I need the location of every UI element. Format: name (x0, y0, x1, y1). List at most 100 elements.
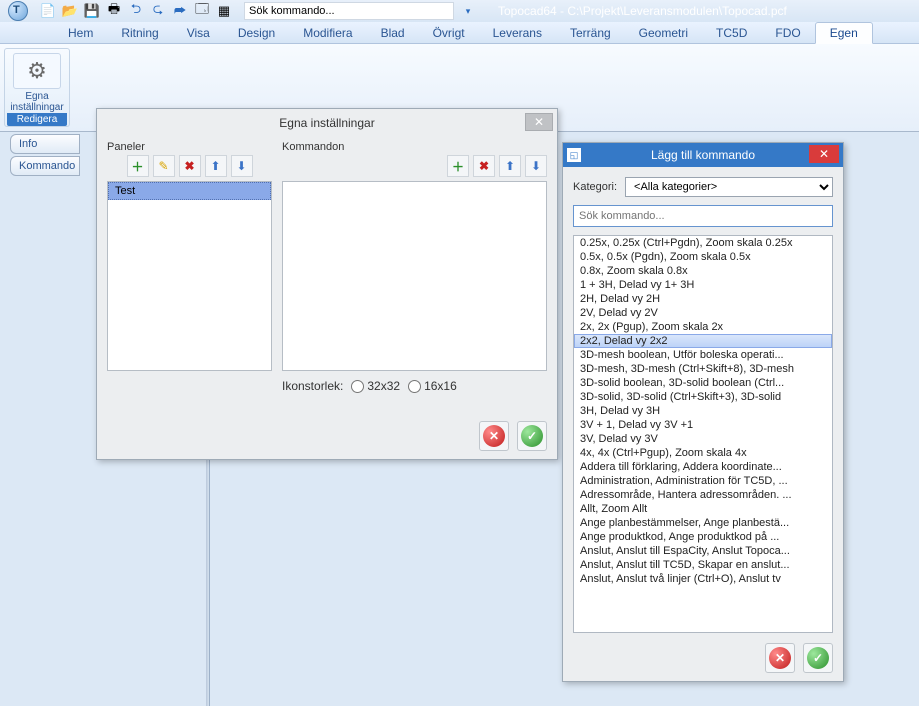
command-item[interactable]: 3D-mesh boolean, Utför boleska operati..… (574, 348, 832, 362)
close-button[interactable]: ✕ (809, 145, 839, 163)
ok-button[interactable]: ✓ (803, 643, 833, 673)
panels-listbox[interactable]: Test (107, 181, 272, 371)
sidetab-kommando[interactable]: Kommando (10, 156, 80, 176)
undo-icon[interactable]: ⮌ (128, 3, 144, 19)
group-band: Redigera (7, 113, 67, 126)
open-icon[interactable]: 📂 (62, 3, 78, 19)
tab-egen[interactable]: Egen (815, 22, 873, 44)
titlebar: 📄 📂 💾 🖶 ⮌ ⮎ ⮫ 🗔 ▦ ▾ Topocad64 - C:\Proje… (0, 0, 919, 22)
tab-fdo[interactable]: FDO (761, 23, 814, 43)
tab-tc5d[interactable]: TC5D (702, 23, 761, 43)
panel-edit-button[interactable]: ✎ (153, 155, 175, 177)
iconsize-16-radio[interactable]: 16x16 (408, 379, 457, 393)
own-settings-button[interactable]: ⚙ (13, 53, 61, 89)
grid-icon[interactable]: ▦ (216, 3, 232, 19)
command-item[interactable]: 1 + 3H, Delad vy 1+ 3H (574, 278, 832, 292)
iconsize-label: Ikonstorlek: (282, 379, 343, 393)
cmd-move-up-button[interactable]: ⬆ (499, 155, 521, 177)
command-search-field[interactable] (573, 205, 833, 227)
command-item[interactable]: Administration, Administration för TC5D,… (574, 474, 832, 488)
group-label: Egna inställningar (10, 91, 63, 113)
iconsize-32-radio[interactable]: 32x32 (351, 379, 400, 393)
command-item[interactable]: 2x, 2x (Pgup), Zoom skala 2x (574, 320, 832, 334)
panel-move-up-button[interactable]: ⬆ (205, 155, 227, 177)
pencil-icon: ✎ (158, 159, 168, 173)
panel-item[interactable]: Test (108, 182, 271, 200)
window-icon: ◱ (567, 148, 581, 162)
command-item[interactable]: 2H, Delad vy 2H (574, 292, 832, 306)
tab-övrigt[interactable]: Övrigt (419, 23, 479, 43)
cmd-move-down-button[interactable]: ⬇ (525, 155, 547, 177)
command-item[interactable]: Ange produktkod, Ange produktkod på ... (574, 530, 832, 544)
command-item[interactable]: 0.8x, Zoom skala 0.8x (574, 264, 832, 278)
command-item[interactable]: Addera till förklaring, Addera koordinat… (574, 460, 832, 474)
own-settings-dialog: Egna inställningar ✕ Paneler ＋ ✎ ✖ ⬆ ⬇ T… (96, 108, 558, 460)
qat-dropdown-icon[interactable]: ▾ (460, 3, 476, 19)
command-item[interactable]: 3H, Delad vy 3H (574, 404, 832, 418)
app-icon (8, 1, 28, 21)
close-button[interactable]: ✕ (525, 113, 553, 131)
command-item[interactable]: 0.5x, 0.5x (Pgdn), Zoom skala 0.5x (574, 250, 832, 264)
command-item[interactable]: 3D-solid, 3D-solid (Ctrl+Skift+3), 3D-so… (574, 390, 832, 404)
app-menu-button[interactable] (4, 0, 32, 22)
available-commands-list[interactable]: 0.25x, 0.25x (Ctrl+Pgdn), Zoom skala 0.2… (573, 235, 833, 633)
commands-listbox[interactable] (282, 181, 547, 371)
ok-icon: ✓ (521, 425, 543, 447)
cmd-delete-button[interactable]: ✖ (473, 155, 495, 177)
print-icon[interactable]: 🖶 (106, 3, 122, 19)
add-icon: ＋ (452, 158, 464, 175)
dialog-title: Egna inställningar (279, 116, 374, 130)
tab-blad[interactable]: Blad (367, 23, 419, 43)
command-item[interactable]: 3D-solid boolean, 3D-solid boolean (Ctrl… (574, 376, 832, 390)
command-search-input[interactable] (244, 2, 454, 20)
command-item[interactable]: Ange planbestämmelser, Ange planbestä... (574, 516, 832, 530)
tab-geometri[interactable]: Geometri (625, 23, 702, 43)
command-item[interactable]: Adressområde, Hantera adressområden. ... (574, 488, 832, 502)
cancel-button[interactable]: ✕ (479, 421, 509, 451)
command-item[interactable]: Anslut, Anslut till EspaCity, Anslut Top… (574, 544, 832, 558)
tab-hem[interactable]: Hem (54, 23, 107, 43)
command-item[interactable]: 2x2, Delad vy 2x2 (574, 334, 832, 348)
command-item[interactable]: 3V + 1, Delad vy 3V +1 (574, 418, 832, 432)
ribbon-tabs: HemRitningVisaDesignModifieraBladÖvrigtL… (0, 22, 919, 44)
tab-design[interactable]: Design (224, 23, 289, 43)
sidetab-info[interactable]: Info (10, 134, 80, 154)
panel-add-button[interactable]: ＋ (127, 155, 149, 177)
tab-ritning[interactable]: Ritning (107, 23, 172, 43)
command-item[interactable]: Anslut, Anslut till TC5D, Skapar en ansl… (574, 558, 832, 572)
export-icon[interactable]: ⮫ (172, 3, 188, 19)
command-item[interactable]: Allt, Zoom Allt (574, 502, 832, 516)
arrow-up-icon: ⬆ (505, 159, 515, 173)
command-item[interactable]: 2V, Delad vy 2V (574, 306, 832, 320)
layers-icon[interactable]: 🗔 (194, 3, 210, 19)
ok-icon: ✓ (807, 647, 829, 669)
command-item[interactable]: Anslut, Anslut två linjer (Ctrl+O), Ansl… (574, 572, 832, 586)
dialog-titlebar[interactable]: ◱ Lägg till kommando ✕ (563, 143, 843, 167)
tab-leverans[interactable]: Leverans (479, 23, 556, 43)
save-icon[interactable]: 💾 (84, 3, 100, 19)
cancel-button[interactable]: ✕ (765, 643, 795, 673)
new-icon[interactable]: 📄 (40, 3, 56, 19)
arrow-down-icon: ⬇ (531, 159, 541, 173)
category-label: Kategori: (573, 181, 617, 193)
window-title: Topocad64 - C:\Projekt\Leveransmodulen\T… (498, 4, 787, 18)
ok-button[interactable]: ✓ (517, 421, 547, 451)
command-item[interactable]: 3V, Delad vy 3V (574, 432, 832, 446)
tab-visa[interactable]: Visa (173, 23, 224, 43)
tab-modifiera[interactable]: Modifiera (289, 23, 366, 43)
cmd-add-button[interactable]: ＋ (447, 155, 469, 177)
category-select[interactable]: <Alla kategorier> (625, 177, 833, 197)
delete-icon: ✖ (184, 159, 194, 173)
panel-delete-button[interactable]: ✖ (179, 155, 201, 177)
quick-access-toolbar: 📄 📂 💾 🖶 ⮌ ⮎ ⮫ 🗔 ▦ ▾ (40, 2, 476, 20)
command-item[interactable]: 3D-mesh, 3D-mesh (Ctrl+Skift+8), 3D-mesh (574, 362, 832, 376)
dialog-titlebar[interactable]: Egna inställningar ✕ (97, 109, 557, 137)
ribbon-group-settings: ⚙ Egna inställningar Redigera (4, 48, 70, 127)
redo-icon[interactable]: ⮎ (150, 3, 166, 19)
command-item[interactable]: 4x, 4x (Ctrl+Pgup), Zoom skala 4x (574, 446, 832, 460)
command-item[interactable]: 0.25x, 0.25x (Ctrl+Pgdn), Zoom skala 0.2… (574, 236, 832, 250)
arrow-up-icon: ⬆ (210, 159, 220, 173)
panel-move-down-button[interactable]: ⬇ (231, 155, 253, 177)
tab-terräng[interactable]: Terräng (556, 23, 625, 43)
panels-heading: Paneler (107, 141, 272, 153)
